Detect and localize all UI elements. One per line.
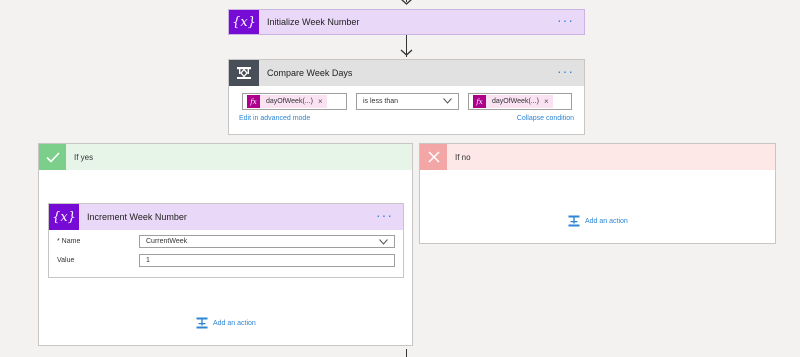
compare-week-days-condition[interactable]: Compare Week Days ··· fx dayOfWeek(...) … [228, 59, 585, 135]
condition-title: Compare Week Days [267, 68, 353, 78]
remove-token-icon[interactable]: × [544, 97, 549, 106]
operator-value: is less than [363, 98, 399, 105]
chevron-down-icon [379, 239, 388, 245]
collapse-condition-link[interactable]: Collapse condition [517, 115, 574, 122]
if-no-branch: If no Add an action [419, 143, 776, 244]
initialize-week-number-action[interactable]: {x} Initialize Week Number ··· [228, 9, 585, 35]
name-label: * Name [57, 238, 81, 245]
name-select[interactable]: CurrentWeek [139, 235, 395, 248]
initialize-week-number-header[interactable]: {x} Initialize Week Number ··· [229, 10, 584, 34]
if-yes-header[interactable]: If yes [39, 144, 412, 170]
add-action-icon [196, 317, 208, 329]
value-text: 1 [146, 257, 150, 264]
increment-week-number-action[interactable]: {x} Increment Week Number ··· * Name Cur… [48, 203, 404, 278]
right-operand-field[interactable]: fx dayOfWeek(...) × [468, 93, 572, 110]
if-no-header[interactable]: If no [420, 144, 775, 170]
condition-header[interactable]: Compare Week Days ··· [229, 60, 584, 86]
value-label: Value [57, 257, 75, 264]
add-action-icon [568, 215, 580, 227]
value-input[interactable]: 1 [139, 254, 395, 267]
if-yes-branch: If yes {x} Increment Week Number ··· * N… [38, 143, 413, 346]
fx-icon: fx [473, 95, 486, 108]
more-options-icon[interactable]: ··· [557, 13, 574, 31]
chevron-down-icon [443, 98, 452, 104]
variable-icon: {x} [229, 10, 259, 34]
add-action-no-button[interactable]: Add an action [568, 215, 628, 227]
action-title: Initialize Week Number [267, 17, 360, 27]
variable-icon: {x} [49, 204, 79, 230]
add-action-yes-button[interactable]: Add an action [196, 317, 256, 329]
add-action-label: Add an action [213, 319, 256, 327]
left-token[interactable]: fx dayOfWeek(...) × [247, 95, 327, 108]
fx-icon: fx [247, 95, 260, 108]
checkmark-icon [39, 144, 66, 170]
action-title: Increment Week Number [87, 212, 187, 222]
right-token[interactable]: fx dayOfWeek(...) × [473, 95, 553, 108]
arrow-top-icon [401, 0, 412, 5]
operator-select[interactable]: is less than [356, 93, 459, 110]
remove-token-icon[interactable]: × [318, 97, 323, 106]
more-options-icon[interactable]: ··· [376, 208, 393, 226]
left-operand-field[interactable]: fx dayOfWeek(...) × [242, 93, 347, 110]
close-icon [420, 144, 447, 170]
increment-header[interactable]: {x} Increment Week Number ··· [49, 204, 403, 230]
condition-icon [229, 60, 259, 86]
left-token-label: dayOfWeek(...) [266, 98, 313, 105]
name-value: CurrentWeek [146, 238, 188, 245]
edit-advanced-mode-link[interactable]: Edit in advanced mode [239, 115, 310, 122]
add-action-label: Add an action [585, 217, 628, 225]
if-yes-label: If yes [74, 152, 94, 162]
arrow-down-icon [400, 49, 413, 56]
right-token-label: dayOfWeek(...) [492, 98, 539, 105]
connector-bottom [406, 349, 407, 357]
more-options-icon[interactable]: ··· [557, 64, 574, 82]
if-no-label: If no [455, 152, 471, 162]
